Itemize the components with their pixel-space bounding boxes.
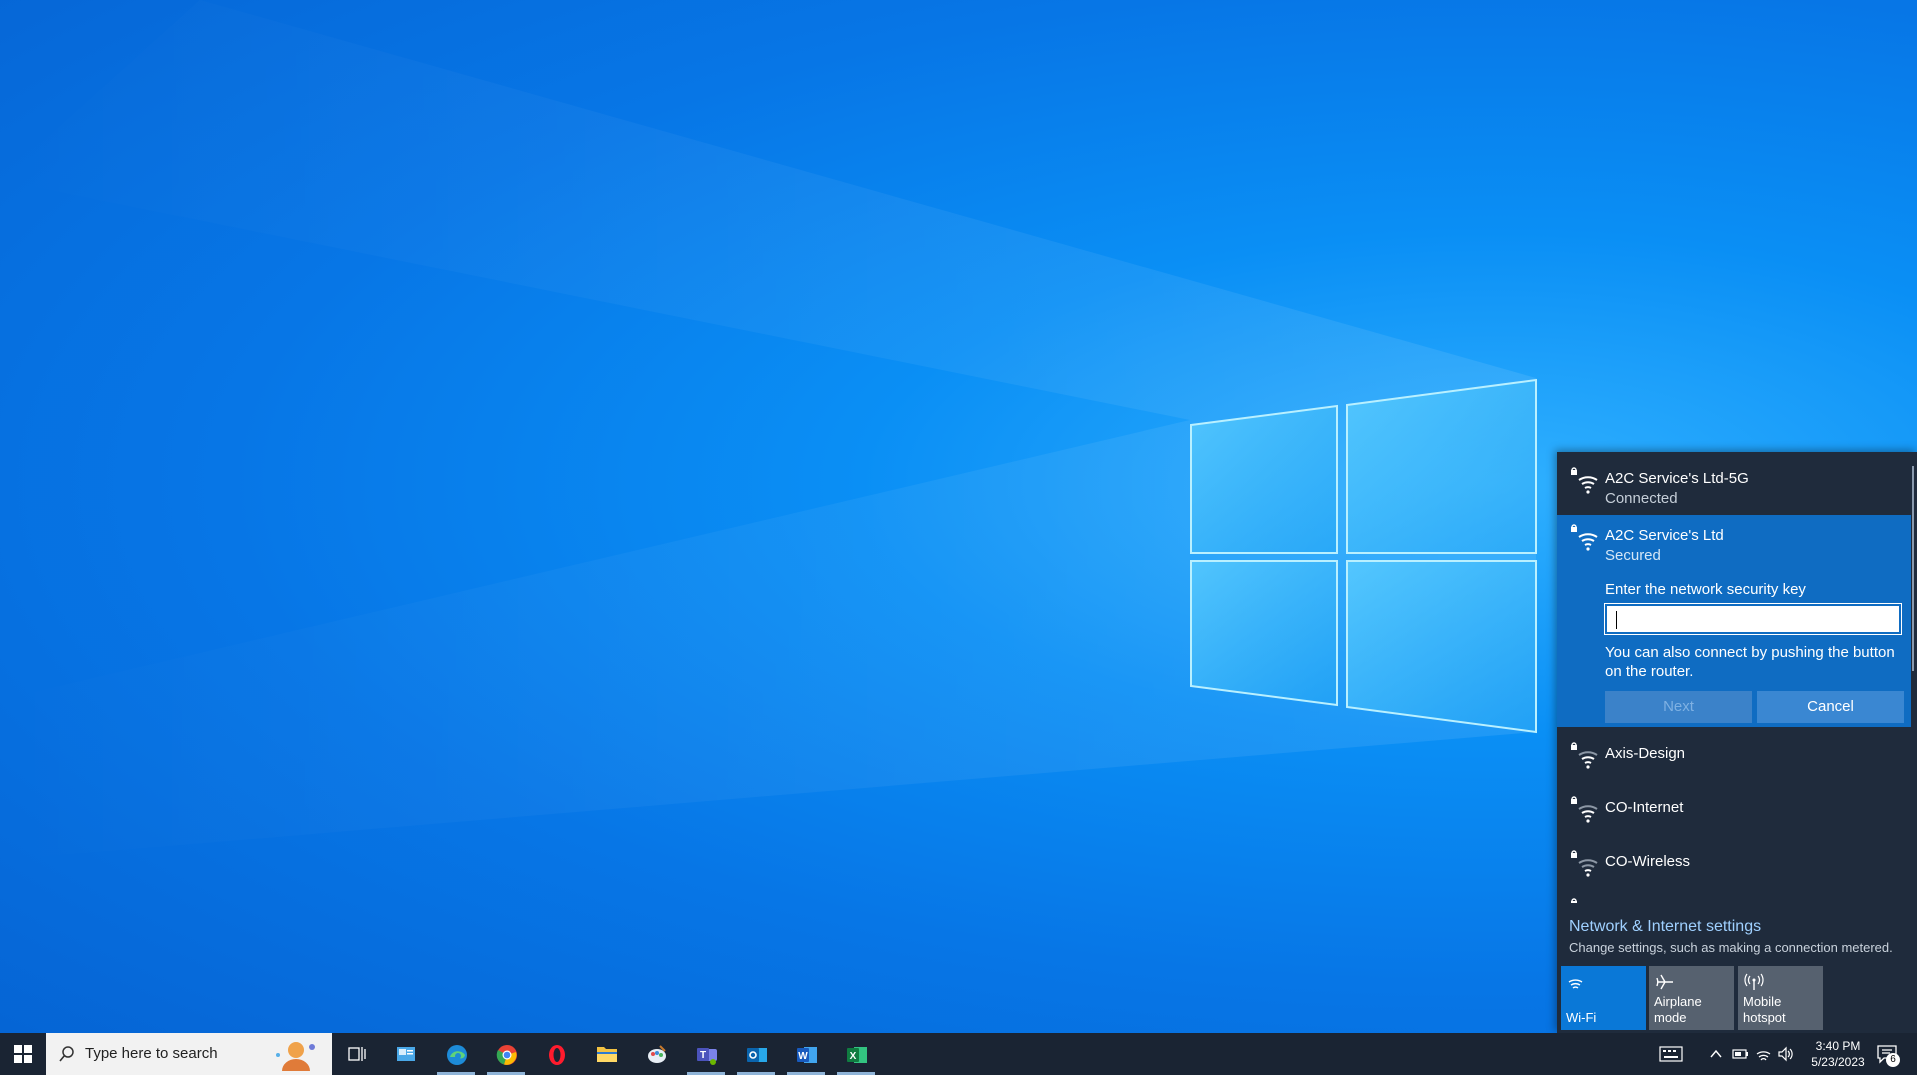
taskbar-app-excel[interactable]: X (833, 1033, 879, 1075)
wifi-secured-icon (1571, 850, 1598, 877)
keyboard-icon[interactable] (1659, 1045, 1683, 1063)
network-item-partial[interactable] (1557, 889, 1911, 903)
security-key-label: Enter the network security key (1605, 581, 1806, 598)
wifi-secured-icon (1571, 467, 1598, 494)
wifi-secured-icon (1571, 742, 1598, 769)
airplane-icon (1656, 974, 1673, 990)
windows-logo-icon (14, 1045, 32, 1063)
network-item[interactable]: Axis-Design (1557, 727, 1911, 781)
taskbar-app-opera[interactable] (533, 1033, 579, 1075)
network-flyout: A2C Service's Ltd-5G Connected A2C Servi… (1557, 452, 1917, 1033)
clock-time: 3:40 PM (1815, 1039, 1861, 1053)
network-item[interactable]: CO-Wireless (1557, 835, 1911, 889)
taskbar-app-outlook[interactable] (733, 1033, 779, 1075)
opera-icon (549, 1045, 565, 1065)
svg-text:W: W (798, 1051, 808, 1062)
svg-text:T: T (700, 1050, 706, 1061)
taskbar-search-box[interactable]: Type here to search (46, 1033, 332, 1075)
wps-hint-text: You can also connect by pushing the butt… (1605, 644, 1895, 680)
airplane-mode-label: Airplane mode (1654, 994, 1702, 1025)
cancel-button[interactable]: Cancel (1757, 691, 1904, 723)
search-highlight-icon (276, 1042, 315, 1071)
network-name: CO-Wireless (1605, 853, 1690, 870)
taskbar-app-file-explorer[interactable] (583, 1033, 629, 1075)
network-name: CO-Internet (1605, 799, 1684, 816)
outlook-icon (747, 1048, 767, 1062)
edge-icon (447, 1045, 467, 1065)
network-name: A2C Service's Ltd (1605, 527, 1724, 544)
network-settings-link[interactable]: Network & Internet settings (1569, 918, 1761, 936)
clock-date: 5/23/2023 (1811, 1055, 1865, 1069)
wifi-icon (1568, 979, 1583, 989)
word-icon: W (797, 1047, 817, 1063)
notification-count-badge: 6 (1886, 1053, 1900, 1067)
task-view-icon (348, 1047, 366, 1061)
speaker-icon[interactable] (1777, 1045, 1795, 1063)
mobile-hotspot-toggle[interactable]: Mobile hotspot (1738, 966, 1823, 1030)
taskbar-app-chrome[interactable] (483, 1033, 529, 1075)
flyout-scrollbar[interactable] (1912, 466, 1914, 671)
text-caret (1616, 611, 1617, 629)
hotspot-icon (1744, 973, 1764, 990)
teams-icon: T (697, 1048, 717, 1065)
excel-icon: X (847, 1047, 867, 1063)
taskbar: Type here to search T W X 3:40 PM 5/23/2… (0, 1033, 1917, 1075)
airplane-mode-toggle[interactable]: Airplane mode (1649, 966, 1734, 1030)
network-status: Secured (1605, 547, 1661, 564)
taskbar-app-teams[interactable]: T (683, 1033, 729, 1075)
network-item[interactable]: A2C Service's Ltd-5G Connected (1557, 452, 1911, 507)
next-button[interactable]: Next (1605, 691, 1752, 723)
paint-icon (648, 1045, 666, 1063)
wifi-toggle[interactable]: Wi-Fi (1561, 966, 1646, 1030)
wifi-secured-icon (1571, 898, 1577, 903)
mobile-hotspot-label: Mobile hotspot (1743, 994, 1786, 1025)
network-item-expanded[interactable]: A2C Service's Ltd Secured Enter the netw… (1557, 515, 1911, 727)
wifi-toggle-label: Wi-Fi (1566, 1010, 1597, 1025)
news-icon (397, 1047, 415, 1061)
taskbar-app-news[interactable] (383, 1033, 429, 1075)
folder-icon (597, 1047, 617, 1062)
battery-icon[interactable] (1731, 1045, 1749, 1063)
search-placeholder: Type here to search (85, 1045, 218, 1062)
taskbar-app-edge[interactable] (433, 1033, 479, 1075)
network-settings-description: Change settings, such as making a connec… (1569, 940, 1893, 955)
clock[interactable]: 3:40 PM 5/23/2023 (1808, 1038, 1868, 1070)
chevron-up-icon[interactable] (1709, 1047, 1723, 1061)
task-view-button[interactable] (334, 1033, 380, 1075)
network-name: Axis-Design (1605, 745, 1686, 762)
taskbar-app-paint[interactable] (633, 1033, 679, 1075)
wifi-tray-icon[interactable] (1755, 1045, 1773, 1063)
search-icon (59, 1046, 74, 1062)
network-name: A2C Service's Ltd-5G (1605, 470, 1749, 487)
chrome-icon (496, 1045, 517, 1065)
wifi-secured-icon (1571, 796, 1598, 823)
taskbar-app-word[interactable]: W (783, 1033, 829, 1075)
network-item[interactable]: CO-Internet (1557, 781, 1911, 835)
svg-text:X: X (850, 1051, 857, 1062)
wifi-secured-icon (1571, 524, 1598, 551)
network-status: Connected (1605, 490, 1678, 507)
security-key-input[interactable] (1604, 603, 1902, 635)
start-button[interactable] (0, 1033, 46, 1075)
